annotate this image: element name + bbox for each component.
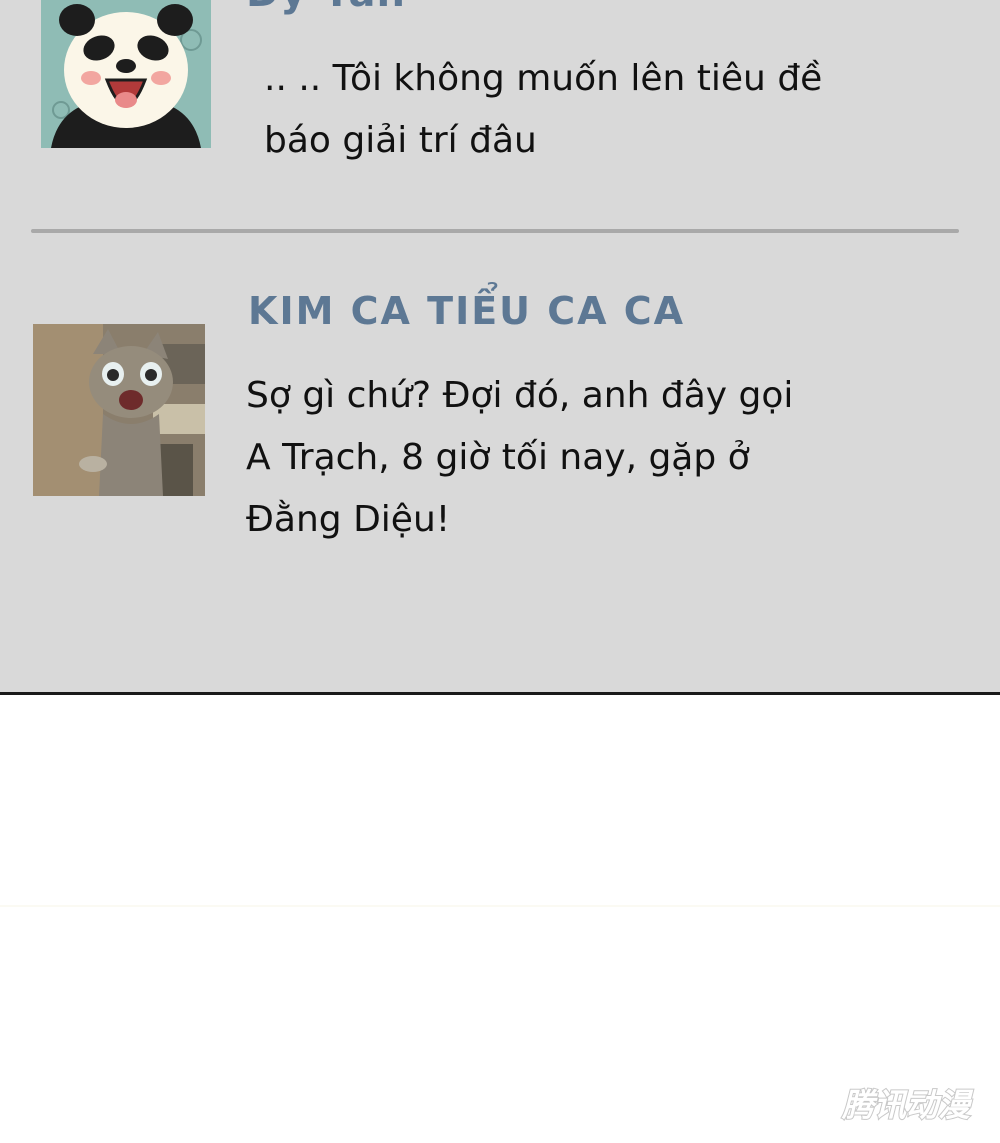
comment-message: Sợ gì chứ? Đợi đó, anh đây gọi A Trạch, …: [246, 365, 886, 551]
comment-message-line: .. .. Tôi không muốn lên tiêu đề: [264, 58, 823, 99]
watermark-text: 腾讯动漫: [841, 1086, 974, 1124]
comment-message: .. .. Tôi không muốn lên tiêu đề báo giả…: [264, 48, 904, 172]
panda-avatar-icon[interactable]: [41, 0, 211, 148]
comment-author-name[interactable]: Dy Yan: [246, 0, 406, 16]
cat-avatar-icon[interactable]: [33, 324, 205, 496]
page-divider: [0, 905, 1000, 907]
comment-divider: [31, 229, 959, 233]
comment-author-name[interactable]: KIM CA TIỂU CA CA: [248, 289, 685, 333]
comment-message-line: báo giải trí đâu: [264, 120, 537, 161]
comment-message-line: A Trạch, 8 giờ tối nay, gặp ở: [246, 437, 750, 478]
tencent-comic-logo: 腾讯动漫: [826, 1082, 986, 1126]
comment-panel: Dy Yan .. .. Tôi không muốn lên tiêu đề …: [0, 0, 1000, 694]
comment-message-line: Đằng Diệu!: [246, 499, 451, 540]
panel-bottom-border: [0, 692, 1000, 695]
comment-message-line: Sợ gì chứ? Đợi đó, anh đây gọi: [246, 375, 794, 416]
